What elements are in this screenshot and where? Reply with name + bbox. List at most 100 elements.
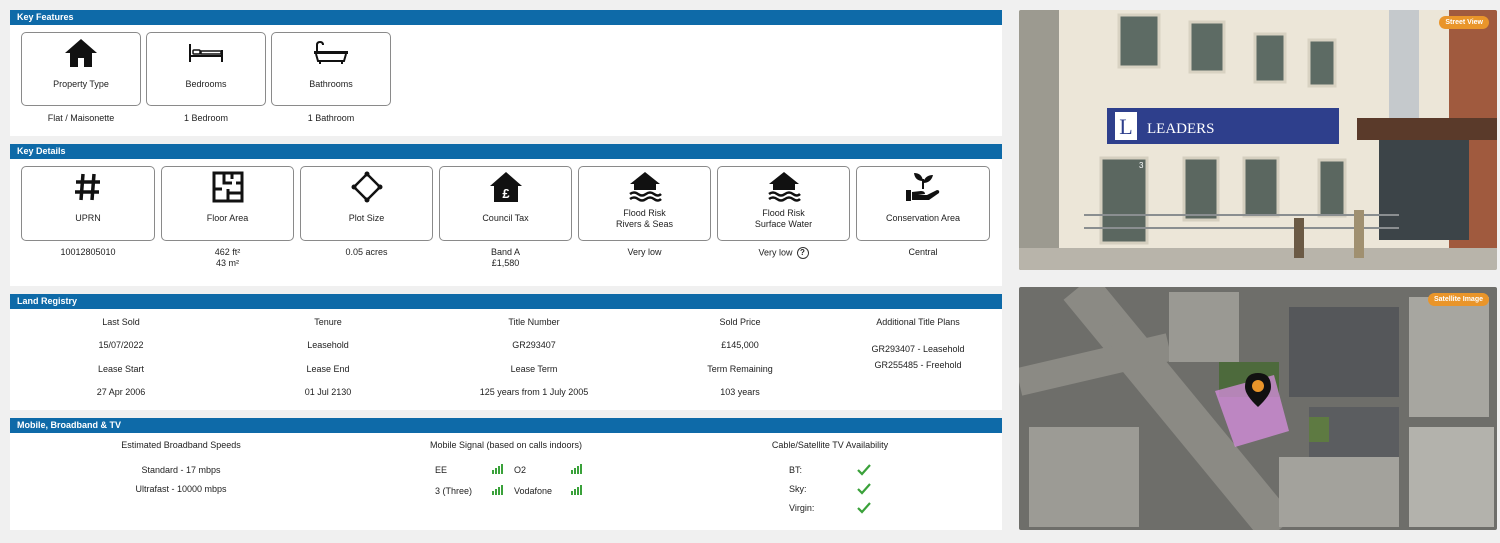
satellite-image[interactable]: Satellite Image	[1019, 287, 1497, 530]
network-o2: O2	[514, 465, 527, 475]
flood-rivers-value: Very low	[627, 247, 662, 257]
council-tax-value: Band A £1,580	[439, 247, 572, 269]
tile-conservation-area[interactable]: Conservation Area	[856, 166, 990, 241]
property-type-value: Flat / Maisonette	[47, 113, 115, 123]
tenure-header: Tenure	[314, 317, 342, 327]
tile-label-line2: Surface Water	[754, 219, 813, 229]
tile-label: Plot Size	[348, 213, 385, 223]
lease-end-value: 01 Jul 2130	[304, 387, 352, 397]
key-details-header: Key Details	[10, 144, 1002, 159]
mobile-broadband-tv-header: Mobile, Broadband & TV	[10, 418, 1002, 433]
tile-label: Bedrooms	[185, 79, 227, 89]
network-vodafone: Vodafone	[514, 486, 553, 496]
tile-label: Flood Risk Surface Water	[718, 208, 849, 230]
tile-flood-risk-surface[interactable]: Flood Risk Surface Water	[717, 166, 850, 241]
street-view-button[interactable]: Street View	[1439, 16, 1489, 29]
svg-text:£: £	[502, 186, 510, 201]
broadband-standard: Standard - 17 mbps	[141, 465, 221, 475]
lease-end-header: Lease End	[306, 364, 350, 374]
tv-bt: BT:	[789, 465, 803, 475]
tile-label-line1: Flood Risk	[623, 208, 666, 218]
key-details-panel: Key Details UPRN 10012805010 Floor Area …	[10, 144, 1002, 286]
conservation-area-value: Central	[908, 247, 938, 257]
bathtub-icon	[272, 37, 390, 69]
key-features-panel: Key Features Property Type Flat / Maison…	[10, 10, 1002, 136]
flood-surface-text: Very low	[758, 247, 793, 258]
last-sold-value: 15/07/2022	[98, 340, 144, 350]
plot-diamond-icon	[301, 171, 432, 203]
mobile-signal-header: Mobile Signal (based on calls indoors)	[429, 440, 583, 450]
additional-plan-1: GR293407 - Leasehold	[871, 344, 965, 354]
bedrooms-value: 1 Bedroom	[183, 113, 229, 123]
broadband-header: Estimated Broadband Speeds	[121, 440, 241, 450]
mobile-broadband-tv-panel: Mobile, Broadband & TV Estimated Broadba…	[10, 418, 1002, 530]
title-number-value: GR293407	[512, 340, 556, 350]
sign-letter: L	[1119, 114, 1132, 139]
additional-title-plans-header: Additional Title Plans	[876, 317, 960, 327]
signal-bars-icon	[492, 485, 504, 495]
floor-area-m: 43 m²	[215, 258, 239, 268]
door-number: 3	[1139, 161, 1144, 170]
help-icon[interactable]: ?	[796, 247, 809, 259]
tile-flood-risk-rivers[interactable]: Flood Risk Rivers & Seas	[578, 166, 711, 241]
uprn-value: 10012805010	[60, 247, 116, 257]
council-tax-amount: £1,580	[491, 258, 520, 268]
tile-label: Property Type	[53, 79, 109, 89]
check-icon	[857, 483, 871, 495]
tile-label: Conservation Area	[885, 213, 961, 223]
check-icon	[857, 464, 871, 476]
broadband-ultrafast: Ultrafast - 10000 mbps	[135, 484, 227, 494]
sign-text: LEADERS	[1147, 121, 1215, 137]
lease-start-value: 27 Apr 2006	[96, 387, 146, 397]
additional-plan-2: GR255485 - Freehold	[874, 360, 962, 370]
signal-bars-icon	[492, 464, 504, 474]
street-view-image[interactable]: L LEADERS 3 Street View	[1019, 10, 1497, 270]
tile-plot-size[interactable]: Plot Size	[300, 166, 433, 241]
tile-label: Flood Risk Rivers & Seas	[579, 208, 710, 230]
hand-plant-icon	[857, 171, 989, 203]
land-registry-panel: Land Registry Last Sold Tenure Title Num…	[10, 294, 1002, 410]
check-icon	[857, 502, 871, 514]
tile-bathrooms[interactable]: Bathrooms	[271, 32, 391, 106]
signal-bars-icon	[571, 464, 583, 474]
bed-icon	[147, 37, 265, 69]
flood-surface-value: Very low?	[717, 247, 850, 259]
floor-area-ft: 462 ft²	[214, 247, 241, 257]
council-tax-band: Band A	[490, 247, 521, 257]
tile-label: Floor Area	[206, 213, 249, 223]
tile-label: Council Tax	[482, 213, 529, 223]
title-number-header: Title Number	[508, 317, 560, 327]
tv-sky: Sky:	[789, 484, 807, 494]
term-remaining-value: 103 years	[720, 387, 760, 397]
tile-bedrooms[interactable]: Bedrooms	[146, 32, 266, 106]
flood-house-icon	[579, 171, 710, 203]
sold-price-header: Sold Price	[719, 317, 761, 327]
satellite-image-button[interactable]: Satellite Image	[1427, 293, 1489, 306]
house-icon	[22, 37, 140, 69]
floor-plan-icon	[162, 171, 293, 203]
term-remaining-header: Term Remaining	[707, 364, 773, 374]
lease-term-header: Lease Term	[510, 364, 558, 374]
plot-size-value: 0.05 acres	[345, 247, 388, 257]
lease-start-header: Lease Start	[97, 364, 145, 374]
tv-header: Cable/Satellite TV Availability	[771, 440, 889, 450]
tile-council-tax[interactable]: £ Council Tax	[439, 166, 572, 241]
land-registry-header: Land Registry	[10, 294, 1002, 309]
last-sold-header: Last Sold	[102, 317, 140, 327]
signal-bars-icon	[571, 485, 583, 495]
tile-floor-area[interactable]: Floor Area	[161, 166, 294, 241]
tile-label-line2: Rivers & Seas	[615, 219, 674, 229]
tile-property-type[interactable]: Property Type	[21, 32, 141, 106]
floor-area-value: 462 ft² 43 m²	[161, 247, 294, 269]
sold-price-value: £145,000	[721, 340, 759, 350]
lease-term-value: 125 years from 1 July 2005	[479, 387, 589, 397]
tile-label: Bathrooms	[309, 79, 353, 89]
tile-uprn[interactable]: UPRN	[21, 166, 155, 241]
tv-virgin: Virgin:	[789, 503, 815, 513]
hash-icon	[22, 171, 154, 203]
key-features-header: Key Features	[10, 10, 1002, 25]
tile-label-line1: Flood Risk	[762, 208, 805, 218]
tile-label: UPRN	[75, 213, 101, 223]
street-view-photo: L LEADERS 3	[1019, 10, 1497, 270]
network-three: 3 (Three)	[435, 486, 473, 496]
